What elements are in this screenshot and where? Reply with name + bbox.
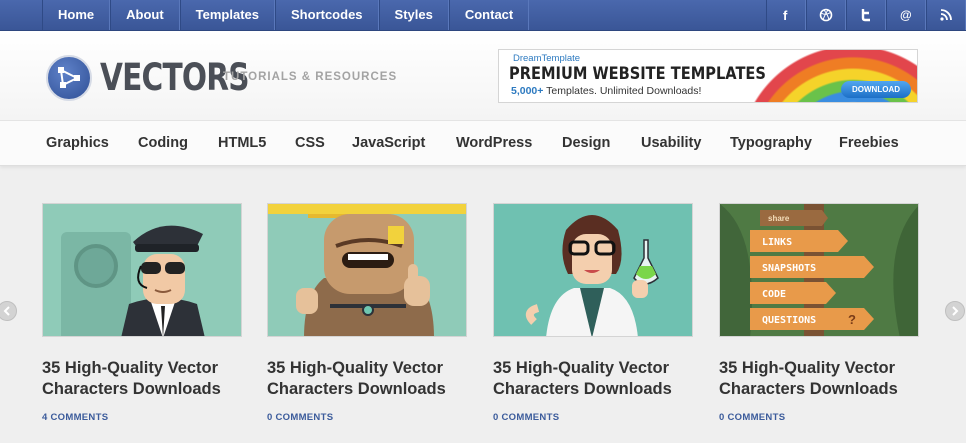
- post-card: share LINKS SNAPSHOTS CODE QUESTIONS ? 3…: [719, 203, 919, 423]
- post-thumbnail-scientist[interactable]: [493, 203, 693, 337]
- svg-text:@: @: [900, 8, 912, 22]
- cat-typography[interactable]: Typography: [730, 135, 812, 151]
- cat-graphics[interactable]: Graphics: [46, 135, 109, 151]
- top-nav-about[interactable]: About: [110, 0, 180, 30]
- post-thumbnail-pilot[interactable]: [42, 203, 242, 337]
- category-nav: Graphics Coding HTML5 CSS JavaScript Wor…: [0, 120, 966, 166]
- cat-design[interactable]: Design: [562, 135, 610, 151]
- dribbble-icon[interactable]: [806, 0, 846, 30]
- post-comments-link[interactable]: 0 COMMENTS: [719, 412, 785, 423]
- carousel-next-arrow[interactable]: [945, 301, 965, 321]
- post-title[interactable]: 35 High-Quality Vector Characters Downlo…: [719, 358, 939, 400]
- banner-download-button[interactable]: DOWNLOAD: [841, 81, 911, 98]
- site-header: VECTORS TUTORIALS & RESOURCES DreamTempl…: [0, 31, 966, 120]
- cat-html5[interactable]: HTML5: [218, 135, 266, 151]
- post-card: 35 High-Quality Vector Characters Downlo…: [42, 203, 242, 423]
- sign-questions: QUESTIONS: [762, 315, 816, 326]
- post-thumbnail-cowboy[interactable]: [267, 203, 467, 337]
- logo-icon[interactable]: [46, 55, 92, 101]
- carousel-prev-arrow[interactable]: [0, 301, 17, 321]
- sign-code: CODE: [762, 289, 786, 300]
- post-title[interactable]: 35 High-Quality Vector Characters Downlo…: [42, 358, 262, 400]
- banner-subline: 5,000+ Templates. Unlimited Downloads!: [511, 85, 701, 97]
- facebook-icon[interactable]: f: [766, 0, 806, 30]
- top-nav-contact[interactable]: Contact: [448, 0, 530, 30]
- banner-sub-bold: 5,000+: [511, 85, 544, 97]
- signpost-header: share: [768, 214, 790, 223]
- cat-coding[interactable]: Coding: [138, 135, 188, 151]
- svg-text:f: f: [783, 8, 788, 22]
- top-nav-home[interactable]: Home: [42, 0, 111, 30]
- cat-javascript[interactable]: JavaScript: [352, 135, 425, 151]
- cat-usability[interactable]: Usability: [641, 135, 701, 151]
- post-title[interactable]: 35 High-Quality Vector Characters Downlo…: [267, 358, 487, 400]
- top-nav-templates[interactable]: Templates: [179, 0, 276, 30]
- banner-brand: DreamTemplate: [513, 53, 581, 64]
- cat-freebies[interactable]: Freebies: [839, 135, 899, 151]
- cat-css[interactable]: CSS: [295, 135, 325, 151]
- top-nav-styles[interactable]: Styles: [378, 0, 449, 30]
- banner-sub-text: Templates. Unlimited Downloads!: [546, 85, 702, 97]
- banner-headline: PREMIUM WEBSITE TEMPLATES: [509, 64, 766, 84]
- email-icon[interactable]: @: [886, 0, 926, 30]
- sign-snapshots: SNAPSHOTS: [762, 263, 816, 274]
- top-bar: Home About Templates Shortcodes Styles C…: [0, 0, 966, 31]
- site-tagline: TUTORIALS & RESOURCES: [223, 71, 398, 83]
- post-thumbnail-signpost[interactable]: share LINKS SNAPSHOTS CODE QUESTIONS ?: [719, 203, 919, 337]
- post-comments-link[interactable]: 0 COMMENTS: [267, 412, 333, 423]
- top-nav-shortcodes[interactable]: Shortcodes: [275, 0, 379, 30]
- twitter-icon[interactable]: [846, 0, 886, 30]
- ad-banner[interactable]: DreamTemplate PREMIUM WEBSITE TEMPLATES …: [498, 49, 918, 103]
- rss-icon[interactable]: [926, 0, 966, 30]
- top-nav: Home About Templates Shortcodes Styles C…: [42, 0, 530, 30]
- cat-wordpress[interactable]: WordPress: [456, 135, 532, 151]
- svg-text:?: ?: [848, 312, 856, 327]
- post-card: 35 High-Quality Vector Characters Downlo…: [493, 203, 693, 423]
- post-card: 35 High-Quality Vector Characters Downlo…: [267, 203, 467, 423]
- sign-links: LINKS: [762, 237, 792, 248]
- post-title[interactable]: 35 High-Quality Vector Characters Downlo…: [493, 358, 713, 400]
- post-comments-link[interactable]: 4 COMMENTS: [42, 412, 108, 423]
- post-comments-link[interactable]: 0 COMMENTS: [493, 412, 559, 423]
- social-links: f @: [766, 0, 966, 30]
